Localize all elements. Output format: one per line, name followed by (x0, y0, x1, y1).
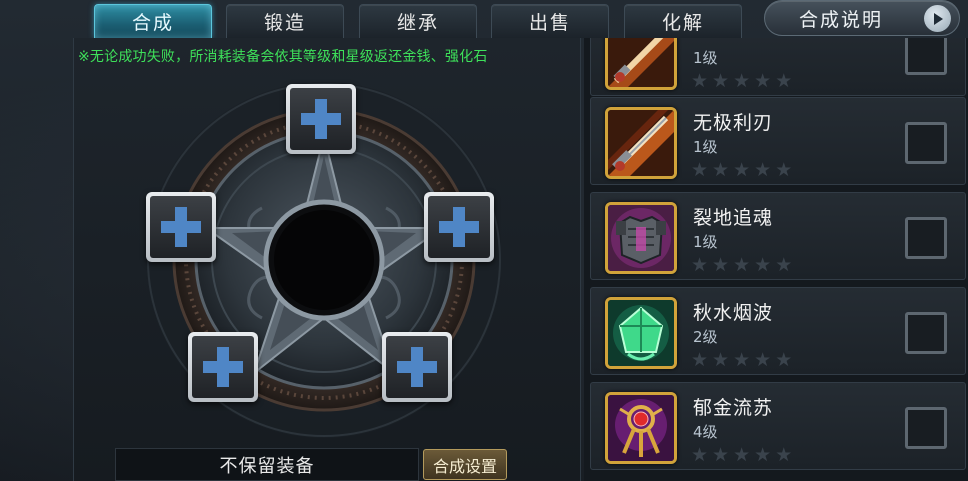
item-level: 1级 (693, 233, 718, 251)
item-select-checkbox[interactable] (905, 122, 947, 164)
list-item[interactable]: 郁金流苏 4级 ★ ★ ★ ★ ★ (590, 382, 966, 470)
star-icon: ★ (754, 70, 772, 92)
star-icon: ★ (775, 444, 793, 466)
sword-icon (605, 107, 677, 179)
star-icon: ★ (712, 349, 730, 371)
star-icon: ★ (691, 70, 709, 92)
plus-icon (439, 207, 479, 247)
item-level: 4级 (693, 423, 718, 441)
synthesis-help-button[interactable]: 合成说明 (764, 0, 960, 36)
item-select-checkbox[interactable] (905, 217, 947, 259)
tab-dissolve[interactable]: 化解 (624, 4, 742, 38)
star-icon: ★ (754, 444, 772, 466)
list-item[interactable]: 无极利刃 1级 ★ ★ ★ ★ ★ (590, 97, 966, 185)
tab-forge[interactable]: 锻造 (226, 4, 344, 38)
star-icon: ★ (775, 254, 793, 276)
synthesis-wheel (142, 78, 506, 446)
list-item[interactable]: 裂地追魂 1级 ★ ★ ★ ★ ★ (590, 192, 966, 280)
item-stars: ★ ★ ★ ★ ★ (691, 255, 792, 275)
item-select-checkbox[interactable] (905, 312, 947, 354)
star-icon: ★ (691, 254, 709, 276)
star-icon: ★ (691, 159, 709, 181)
list-item[interactable]: 1级 ★ ★ ★ ★ ★ (590, 38, 966, 96)
tab-sell[interactable]: 出售 (491, 4, 609, 38)
plus-icon (301, 99, 341, 139)
keep-equipment-option[interactable]: 不保留装备 (115, 448, 419, 481)
item-name: 秋水烟波 (693, 302, 774, 324)
item-stars: ★ ★ ★ ★ ★ (691, 71, 792, 91)
star-icon: ★ (733, 444, 751, 466)
item-select-checkbox[interactable] (905, 38, 947, 75)
item-name: 无极利刃 (693, 112, 774, 134)
item-stars: ★ ★ ★ ★ ★ (691, 350, 792, 370)
plus-icon (397, 347, 437, 387)
synthesis-notice: ※无论成功失败，所消耗装备会依其等级和星级返还金钱、强化石 (78, 49, 488, 65)
item-level: 1级 (693, 49, 718, 67)
tab-synthesize[interactable]: 合成 (94, 4, 212, 38)
star-icon: ★ (733, 70, 751, 92)
star-icon: ★ (691, 349, 709, 371)
material-slot-5[interactable] (382, 332, 452, 402)
item-select-checkbox[interactable] (905, 407, 947, 449)
item-level: 2级 (693, 328, 718, 346)
star-icon: ★ (712, 159, 730, 181)
item-name: 郁金流苏 (693, 397, 774, 419)
list-item[interactable]: 秋水烟波 2级 ★ ★ ★ ★ ★ (590, 287, 966, 375)
jade-charm-icon (605, 297, 677, 369)
star-icon: ★ (754, 159, 772, 181)
sword-icon (605, 38, 677, 90)
star-icon: ★ (691, 444, 709, 466)
armor-icon (605, 202, 677, 274)
star-icon: ★ (712, 70, 730, 92)
star-icon: ★ (754, 349, 772, 371)
star-icon: ★ (733, 159, 751, 181)
material-slot-1[interactable] (286, 84, 356, 154)
tab-inherit[interactable]: 继承 (359, 4, 477, 38)
plus-icon (203, 347, 243, 387)
star-icon: ★ (775, 159, 793, 181)
item-level: 1级 (693, 138, 718, 156)
synthesis-settings-button[interactable]: 合成设置 (423, 449, 507, 480)
star-icon: ★ (775, 349, 793, 371)
item-stars: ★ ★ ★ ★ ★ (691, 160, 792, 180)
star-icon: ★ (712, 254, 730, 276)
equipment-list[interactable]: 1级 ★ ★ ★ ★ ★ 无极利刃 1级 ★ ★ ★ ★ ★ 裂地追魂 1级 ★… (584, 38, 968, 481)
star-icon: ★ (733, 254, 751, 276)
star-icon: ★ (754, 254, 772, 276)
item-name: 裂地追魂 (693, 207, 774, 229)
synthesis-help-label: 合成说明 (799, 8, 884, 31)
item-stars: ★ ★ ★ ★ ★ (691, 445, 792, 465)
star-icon: ★ (733, 349, 751, 371)
material-slot-3[interactable] (424, 192, 494, 262)
plus-icon (161, 207, 201, 247)
play-arrow-icon (924, 5, 951, 32)
star-icon: ★ (775, 70, 793, 92)
amulet-icon (605, 392, 677, 464)
star-icon: ★ (712, 444, 730, 466)
material-slot-2[interactable] (146, 192, 216, 262)
material-slot-4[interactable] (188, 332, 258, 402)
